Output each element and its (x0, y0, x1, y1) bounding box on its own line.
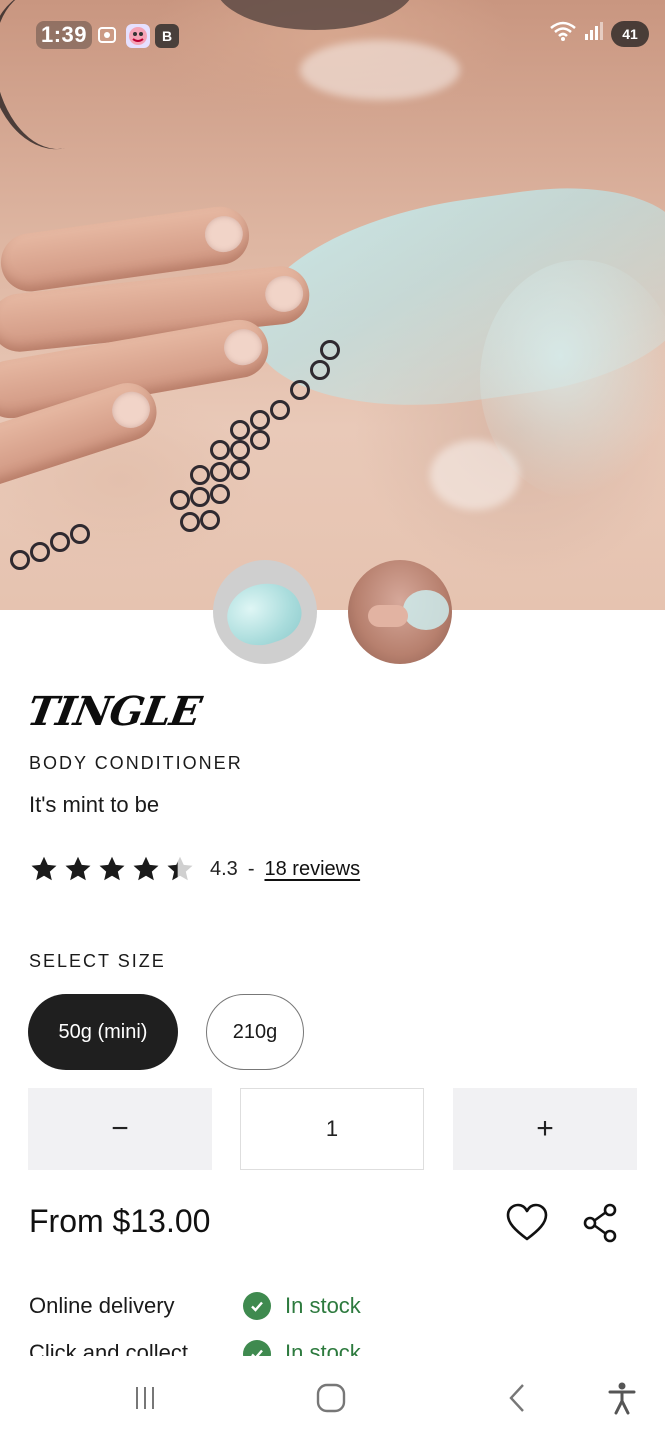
share-button[interactable] (582, 1203, 618, 1243)
minus-icon: − (111, 1112, 129, 1145)
star-icon (31, 856, 57, 881)
battery-icon: 41 (611, 20, 649, 47)
thumbnail-lifestyle[interactable] (348, 560, 452, 664)
check-circle-icon (243, 1340, 271, 1356)
hero-cream (480, 260, 665, 500)
heart-icon (506, 1203, 548, 1241)
system-navigation-bar (0, 1356, 665, 1440)
hero-tattoo (10, 510, 130, 590)
availability-label: Online delivery (29, 1293, 175, 1318)
plus-icon: + (536, 1112, 554, 1145)
rating-value: 4.3 (210, 857, 238, 880)
back-button[interactable] (498, 1378, 538, 1418)
product-brand: TINGLE (23, 688, 204, 735)
availability-label: Click and collect (29, 1340, 188, 1356)
hero-hand (0, 202, 313, 493)
thumbnail-cream (403, 590, 449, 630)
thumbnail-cream-blob (219, 574, 309, 654)
quantity-increase-button[interactable]: + (453, 1088, 637, 1170)
wifi-icon (549, 20, 577, 47)
availability-click-collect: Click and collect In stock (29, 1340, 361, 1356)
wishlist-button[interactable] (505, 1203, 549, 1243)
star-icon (99, 856, 125, 881)
availability-status: In stock (285, 1293, 361, 1318)
size-option-210g[interactable]: 210g (206, 994, 304, 1070)
accessibility-icon (608, 1382, 636, 1415)
product-tagline: It's mint to be (29, 792, 160, 817)
back-icon (509, 1384, 524, 1412)
partial-star-icon (167, 856, 193, 881)
quantity-input[interactable]: 1 (240, 1088, 424, 1170)
recent-apps-button[interactable] (125, 1378, 165, 1418)
thumbnail-product[interactable] (213, 560, 317, 664)
recent-apps-icon (136, 1387, 154, 1409)
thumbnail-hand (368, 605, 408, 627)
b-icon: B (155, 24, 179, 48)
size-option-50g[interactable]: 50g (mini) (28, 994, 178, 1070)
app-icon (126, 24, 150, 48)
product-hero-image (0, 0, 665, 610)
share-icon (583, 1203, 617, 1243)
availability-status: In stock (285, 1340, 361, 1356)
quantity-decrease-button[interactable]: − (28, 1088, 212, 1170)
accessibility-button[interactable] (602, 1378, 642, 1418)
status-time: 1:39 (36, 21, 93, 49)
home-button[interactable] (311, 1378, 351, 1418)
status-bar: 1:39 B 41 (0, 0, 665, 72)
check-circle-icon (243, 1292, 271, 1320)
reviews-link[interactable]: 18 reviews (264, 858, 360, 881)
signal-icon (583, 20, 605, 47)
screenshot-icon (95, 24, 119, 48)
rating-summary: 4.3 - 18 reviews (30, 852, 360, 886)
rating-separator: - (247, 857, 255, 880)
home-icon (316, 1383, 346, 1413)
star-icon (65, 856, 91, 881)
availability-online-delivery: Online delivery In stock (29, 1292, 361, 1320)
product-category: BODY CONDITIONER (29, 753, 243, 773)
star-icon (133, 856, 159, 881)
select-size-label: SELECT SIZE (29, 951, 166, 971)
product-price: From $13.00 (29, 1203, 211, 1239)
